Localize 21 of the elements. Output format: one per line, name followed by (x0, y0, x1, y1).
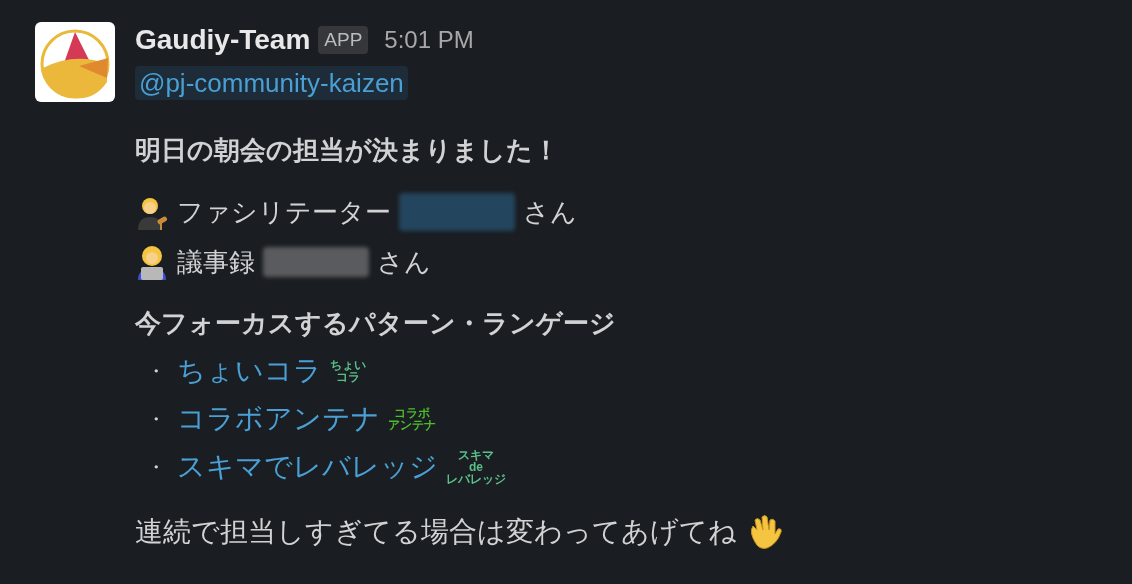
patterns-heading: 今フォーカスするパターン・ランゲージ (135, 307, 617, 340)
mention-link[interactable]: @pj-community-kaizen (135, 66, 408, 100)
pattern-link[interactable]: ちょいコラ (177, 350, 322, 392)
person-laptop-icon (135, 244, 169, 280)
role-label: ファシリテーター (177, 195, 391, 229)
bullet: ・ (145, 455, 167, 480)
timestamp[interactable]: 5:01 PM (384, 22, 474, 58)
custom-emoji: ちょい コラ (330, 359, 366, 383)
footer-text: 連続で担当しすぎてる場合は変わってあげてね (135, 515, 737, 549)
pattern-link[interactable]: コラボアンテナ (177, 398, 380, 440)
name-suffix: さん (523, 195, 577, 229)
app-badge: APP (318, 25, 369, 55)
role-label: 議事録 (177, 245, 255, 279)
bullet: ・ (145, 359, 167, 384)
message-heading: 明日の朝会の担当が決まりました！ (135, 134, 560, 167)
custom-emoji: コラボ アンテナ (388, 407, 436, 431)
name-suffix: さん (377, 245, 431, 279)
custom-emoji: スキマ de レバレッジ (446, 449, 506, 485)
sender-name[interactable]: Gaudiy-Team (135, 19, 311, 61)
pattern-link[interactable]: スキマでレバレッジ (177, 446, 438, 488)
bullet: ・ (145, 407, 167, 432)
